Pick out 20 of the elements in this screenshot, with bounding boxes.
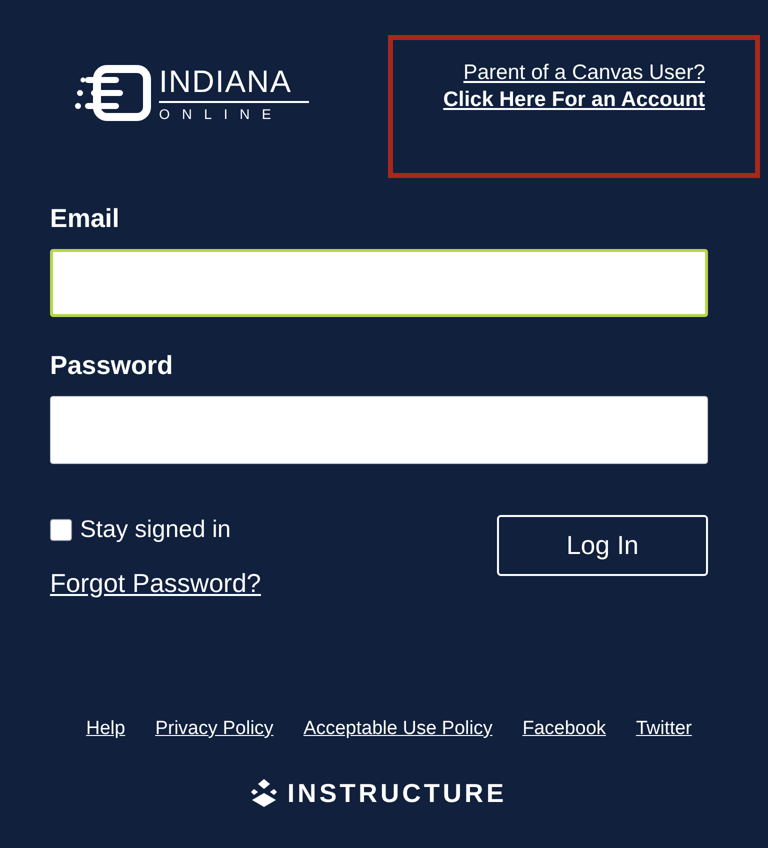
field-label: Email	[50, 205, 120, 231]
input-field[interactable]	[50, 396, 708, 464]
account-link[interactable]: Click Here For an Account	[443, 86, 705, 113]
footer-link[interactable]: Privacy Policy	[155, 715, 274, 744]
login-button[interactable]: Log In	[497, 515, 708, 576]
brand-name: INSTRUCTURE	[287, 776, 507, 810]
logo-icon	[75, 65, 153, 121]
parent-link[interactable]: Parent of a Canvas User?	[463, 60, 705, 86]
field-label: Password	[50, 352, 174, 378]
footer-link[interactable]: Facebook	[522, 715, 606, 744]
footer-link[interactable]: Acceptable Use Policy	[303, 715, 492, 744]
footer-link[interactable]: Help	[86, 715, 126, 744]
logo-title: INDIANA	[159, 66, 293, 96]
checkbox[interactable]	[50, 519, 72, 541]
checkbox-label: Stay signed in	[80, 515, 231, 545]
input-field[interactable]	[50, 249, 708, 317]
logo-icon	[251, 779, 278, 807]
logo-subtitle: ONLINE	[159, 106, 284, 120]
forgot-password-link[interactable]: Forgot Password?	[50, 564, 261, 603]
footer-link[interactable]: Twitter	[636, 715, 692, 744]
